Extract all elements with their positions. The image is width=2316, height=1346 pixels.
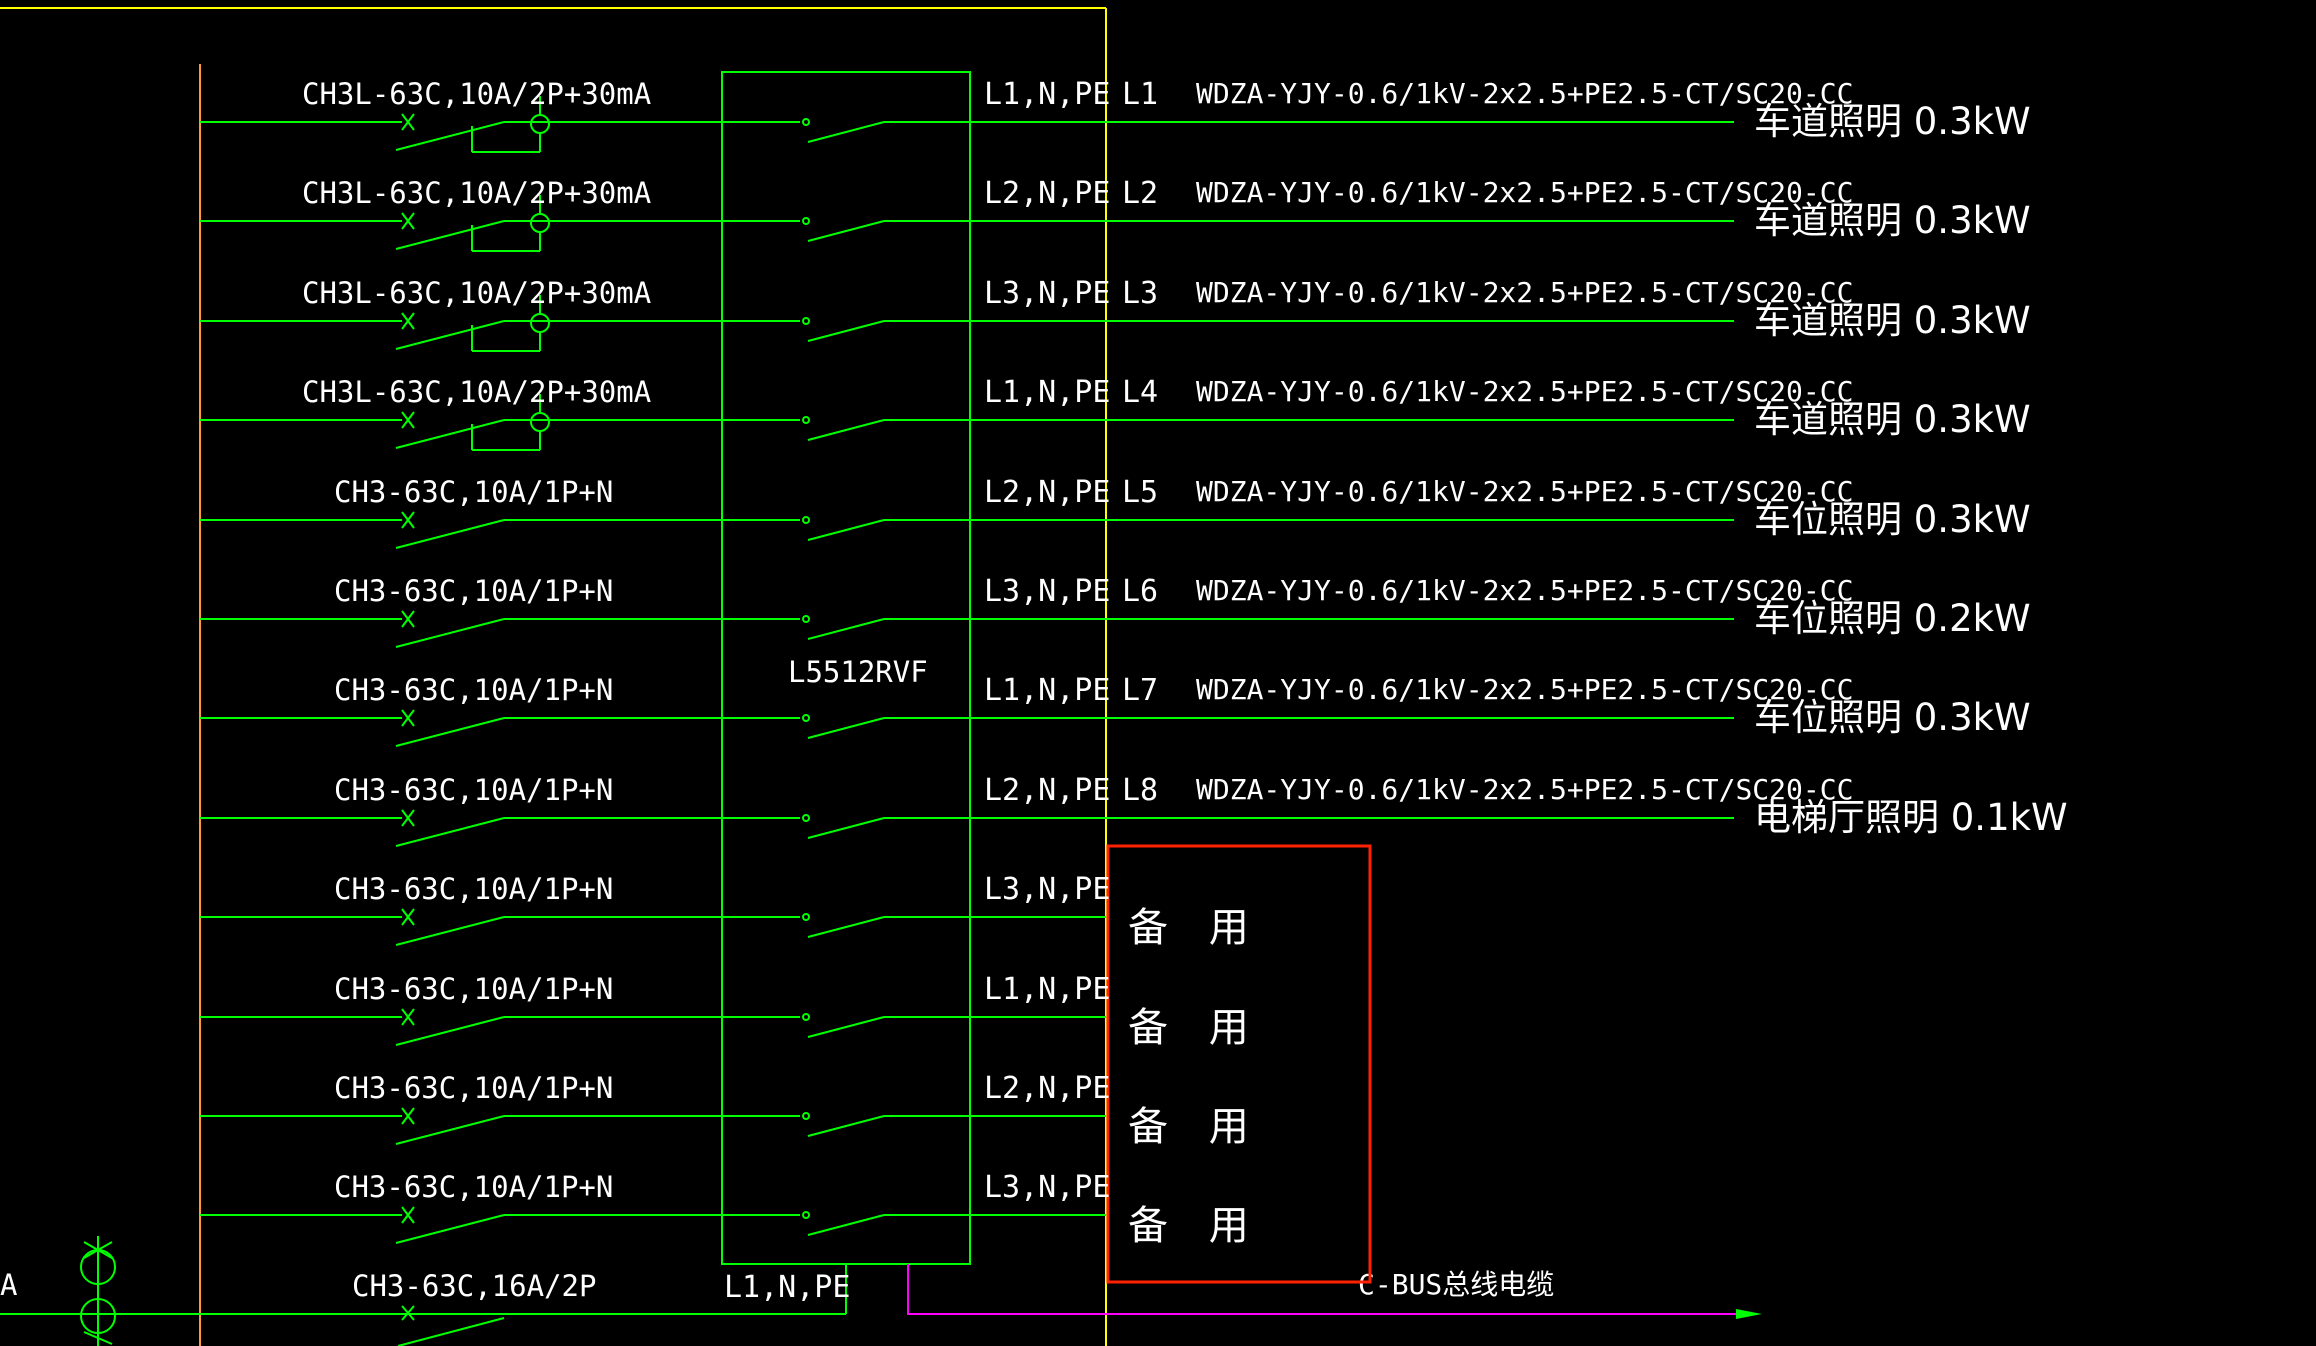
breaker-label: CH3L-63C,10A/2P+30mA	[302, 276, 651, 310]
left-cut-label: A	[0, 1268, 17, 1302]
load-label: 车道照明 0.3kW	[1754, 100, 2031, 143]
circuit-id-label: L4	[1122, 375, 1158, 410]
breaker-label: CH3-63C,10A/1P+N	[334, 773, 613, 807]
phase-label: L2,N,PE	[984, 475, 1110, 510]
circuit-id-label: L7	[1122, 673, 1158, 708]
load-label: 车位照明 0.3kW	[1754, 696, 2031, 739]
phase-label: L1,N,PE	[984, 972, 1110, 1007]
load-label: 车位照明 0.3kW	[1754, 498, 2031, 541]
incoming-breaker-label: CH3-63C,16A/2P	[352, 1269, 596, 1303]
circuit-id-label: L1	[1122, 77, 1158, 112]
phase-label: L1,N,PE	[984, 77, 1110, 112]
spare-label: 备 用	[1128, 1005, 1263, 1051]
circuit-id-label: L3	[1122, 276, 1158, 311]
controller-bottom-phase-label: L1,N,PE	[724, 1270, 850, 1305]
load-label: 车位照明 0.2kW	[1754, 597, 2031, 640]
lighting-controller-label: L5512RVF	[788, 655, 928, 689]
phase-label: L3,N,PE	[984, 1170, 1110, 1205]
phase-label: L3,N,PE	[984, 872, 1110, 907]
phase-label: L3,N,PE	[984, 574, 1110, 609]
load-label: 车道照明 0.3kW	[1754, 299, 2031, 342]
phase-label: L2,N,PE	[984, 773, 1110, 808]
breaker-label: CH3-63C,10A/1P+N	[334, 972, 613, 1006]
load-label: 电梯厅照明 0.1kW	[1754, 796, 2068, 839]
single-line-diagram-canvas: L5512RVF A CH3-63C,16A/2P L1,N,PE C-BUS总…	[0, 0, 2316, 1346]
load-label: 车道照明 0.3kW	[1754, 398, 2031, 441]
spare-label: 备 用	[1128, 905, 1263, 951]
circuit-id-label: L6	[1122, 574, 1158, 609]
breaker-label: CH3L-63C,10A/2P+30mA	[302, 176, 651, 210]
breaker-label: CH3L-63C,10A/2P+30mA	[302, 77, 651, 111]
breaker-label: CH3-63C,10A/1P+N	[334, 1170, 613, 1204]
breaker-label: CH3-63C,10A/1P+N	[334, 872, 613, 906]
phase-label: L2,N,PE	[984, 1071, 1110, 1106]
circuit-id-label: L8	[1122, 773, 1158, 808]
breaker-label: CH3-63C,10A/1P+N	[334, 673, 613, 707]
load-label: 车道照明 0.3kW	[1754, 199, 2031, 242]
phase-label: L1,N,PE	[984, 375, 1110, 410]
spare-label: 备 用	[1128, 1203, 1263, 1249]
breaker-label: CH3-63C,10A/1P+N	[334, 1071, 613, 1105]
phase-label: L2,N,PE	[984, 176, 1110, 211]
c-bus-cable-label: C-BUS总线电缆	[1358, 1268, 1554, 1301]
phase-label: L3,N,PE	[984, 276, 1110, 311]
circuit-id-label: L5	[1122, 475, 1158, 510]
breaker-label: CH3-63C,10A/1P+N	[334, 475, 613, 509]
breaker-label: CH3-63C,10A/1P+N	[334, 574, 613, 608]
spare-label: 备 用	[1128, 1104, 1263, 1150]
phase-label: L1,N,PE	[984, 673, 1110, 708]
circuit-id-label: L2	[1122, 176, 1158, 211]
breaker-label: CH3L-63C,10A/2P+30mA	[302, 375, 651, 409]
